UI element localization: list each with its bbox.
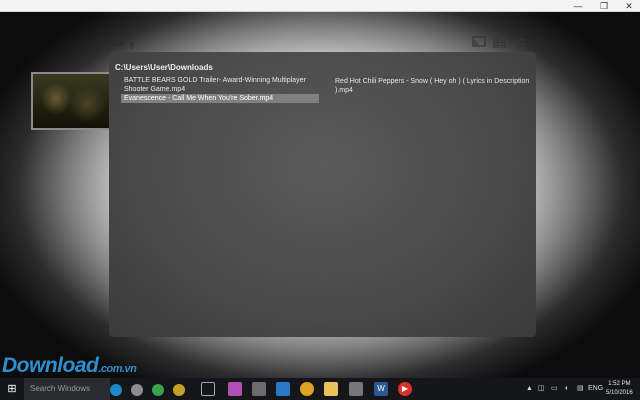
file-item-selected[interactable]: Evanescence - Call Me When You're Sober.… (121, 94, 319, 103)
repeat-icon[interactable] (514, 36, 528, 48)
restore-button[interactable]: ❐ (592, 0, 616, 12)
chrome-icon[interactable] (300, 382, 314, 396)
watermark-logo: Download.com.vn (2, 354, 137, 377)
gear-icon[interactable]: ⚙ (111, 32, 127, 49)
app-icon[interactable] (252, 382, 266, 396)
close-button[interactable]: ✕ (617, 0, 640, 12)
file-item[interactable]: BATTLE BEARS GOLD Trailer- Award-Winning… (121, 76, 321, 94)
title-bar: — ❐ ✕ (0, 0, 640, 12)
cast-icon[interactable] (472, 36, 486, 48)
cortana-circle-icon[interactable] (110, 384, 122, 396)
taskbar: ⊞ Search Windows W ▶ ▲ ◫ ▭ ◖ ▤ ENG 1:52 … (0, 378, 640, 400)
app-circle-icon[interactable] (131, 384, 143, 396)
folder-icon[interactable] (324, 382, 338, 396)
network-icon[interactable]: ◫ (538, 378, 545, 400)
language-indicator[interactable]: ENG (588, 378, 603, 400)
app-icon[interactable] (228, 382, 242, 396)
clock[interactable]: 1:52 PM 5/10/2016 (606, 380, 633, 398)
volume-icon[interactable]: ◖ (564, 378, 568, 400)
app-circle-icon[interactable] (173, 384, 185, 396)
app-circle-icon[interactable] (152, 384, 164, 396)
app-icon[interactable] (349, 382, 363, 396)
task-view-icon[interactable] (201, 382, 215, 396)
help-button[interactable]: ? (129, 41, 135, 51)
notification-icon[interactable]: ▤ (577, 378, 584, 400)
app-icon[interactable] (276, 382, 290, 396)
file-browser-panel: C:\Users\User\Downloads BATTLE BEARS GOL… (109, 52, 536, 337)
player-app-icon[interactable]: ▶ (398, 382, 412, 396)
tray-arrow-icon[interactable]: ▲ (526, 378, 533, 400)
video-thumbnail[interactable] (31, 72, 112, 130)
battery-icon[interactable]: ▭ (551, 378, 558, 400)
word-icon[interactable]: W (374, 382, 388, 396)
search-input[interactable]: Search Windows (24, 378, 110, 400)
minimize-button[interactable]: — (566, 0, 590, 12)
current-path: C:\Users\User\Downloads (115, 63, 213, 72)
windows-start-icon[interactable]: ⊞ (0, 378, 24, 400)
player-stage: ⚙ ? C:\Users\User\Downloads BATTLE BEARS… (0, 12, 640, 378)
file-item[interactable]: Red Hot Chili Peppers - Snow ( Hey oh ) … (332, 77, 534, 95)
playlist-icon[interactable] (493, 36, 506, 48)
